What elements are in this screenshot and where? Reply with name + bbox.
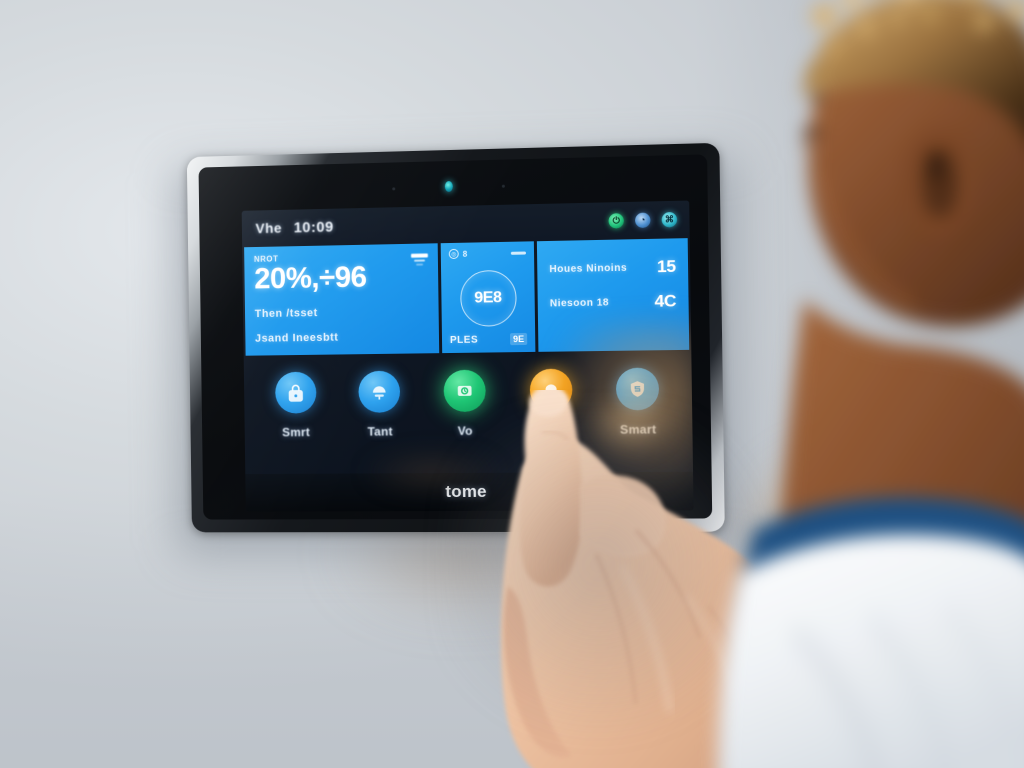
status-title: Vhe — [255, 219, 283, 236]
dashboard-cards: NROT 20%,÷96 Then /tsset Jsand Ineesbtt … — [242, 238, 691, 356]
clock-icon[interactable]: ◔ — [634, 212, 651, 228]
readout-row-label: Niesoon 18 — [549, 296, 610, 309]
app-shortcut-lamp[interactable]: Tant — [344, 370, 416, 439]
readout-row: Niesoon 18 4C — [550, 291, 677, 313]
scene-root: Vhe 10:09 ⏻ ◔ ⌘ NROT 20%,÷96 Then /tsset — [0, 0, 1024, 768]
readout-row-value: 15 — [656, 256, 676, 277]
gauge-ring-icon: 9E8 — [459, 269, 517, 327]
signal-bars-icon — [410, 253, 428, 266]
lock-icon[interactable] — [274, 371, 317, 414]
card-readouts[interactable]: Houes Ninoins 15 Niesoon 18 4C — [536, 238, 690, 352]
card-gauge-badge-text: 8 — [462, 249, 468, 259]
person-illustration — [718, 0, 1024, 768]
card-main-value: 20%,÷96 — [254, 260, 367, 296]
gauge-badge-icon: ◎ — [448, 248, 459, 260]
status-icon-group: ⏻ ◔ ⌘ — [608, 211, 678, 229]
app-shortcut-lock[interactable]: Smrt — [260, 371, 331, 439]
card-gauge[interactable]: ◎ 8 9E8 PLES 9E — [440, 241, 536, 354]
card-gauge-value: 9E8 — [474, 289, 502, 307]
readout-row: Houes Ninoins 15 — [549, 257, 676, 280]
person — [684, 0, 1024, 768]
app-label: Smrt — [282, 425, 311, 440]
card-gauge-header: ◎ 8 — [448, 247, 526, 260]
level-bar-icon — [510, 250, 526, 255]
app-label: Tant — [367, 424, 393, 439]
card-gauge-foot-chip: 9E — [509, 332, 528, 346]
sensor-dot-right-icon — [501, 184, 505, 188]
camera-led-icon — [444, 180, 453, 193]
card-main-sub1: Then /tsset — [254, 306, 318, 320]
gauge-ring-container: 9E8 — [459, 269, 517, 327]
status-time: 10:09 — [293, 218, 334, 236]
readout-row-value: 4C — [654, 291, 677, 311]
lamp-icon[interactable] — [358, 370, 401, 413]
power-status-icon[interactable]: ⏻ — [608, 212, 624, 229]
sensor-dot-left-icon — [392, 187, 396, 191]
card-gauge-foot-label: PLES — [449, 334, 479, 346]
status-bar-left: Vhe 10:09 — [255, 218, 333, 237]
card-main-status[interactable]: NROT 20%,÷96 Then /tsset Jsand Ineesbtt — [244, 243, 440, 356]
card-gauge-footer: PLES 9E — [442, 332, 535, 346]
readout-row-label: Houes Ninoins — [549, 262, 628, 275]
network-icon[interactable]: ⌘ — [661, 211, 678, 227]
card-main-sub2: Jsand Ineesbtt — [254, 331, 339, 345]
